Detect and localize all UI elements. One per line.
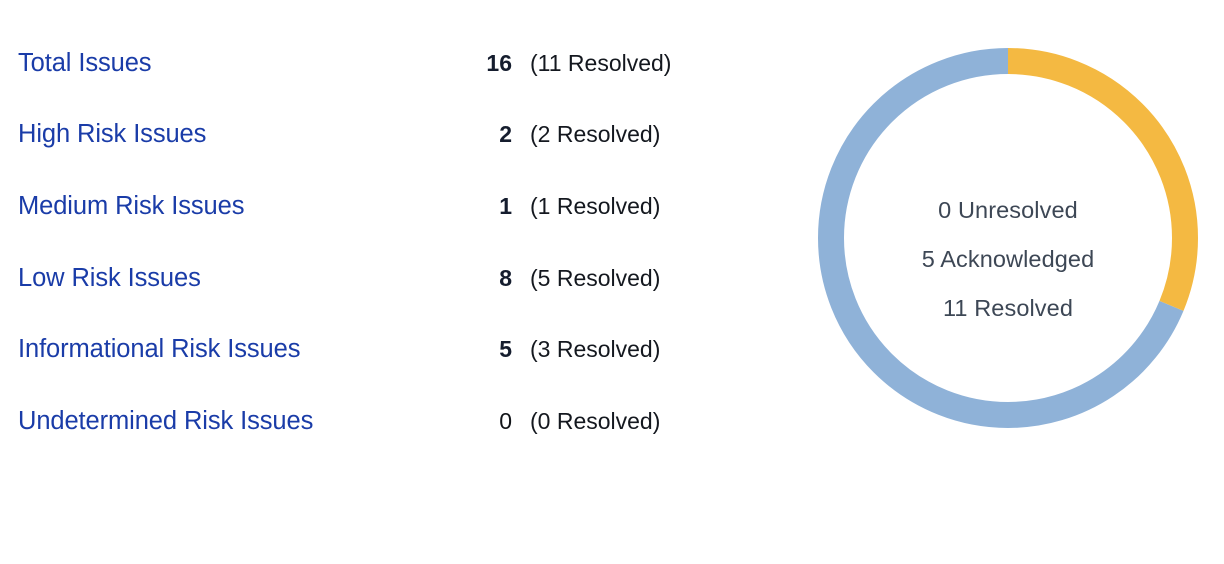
table-row: Total Issues 16 (11 Resolved)	[0, 41, 760, 85]
issue-count-value: 16	[486, 50, 512, 76]
issue-count-value: 5	[499, 336, 512, 362]
issue-resolved-count: (11 Resolved)	[530, 50, 672, 76]
issue-resolved-count: (1 Resolved)	[530, 193, 661, 219]
table-row: Medium Risk Issues 1 (1 Resolved)	[0, 184, 760, 228]
issue-summary-panel: Total Issues 16 (11 Resolved) High Risk Iss…	[0, 0, 1224, 564]
issue-category-label: Total Issues	[18, 49, 152, 77]
issue-category-label: Low Risk Issues	[18, 264, 201, 292]
issue-category-label: High Risk Issues	[18, 120, 207, 148]
issue-status-donut-chart	[818, 48, 1198, 428]
table-row: Undetermined Risk Issues 0 (0 Resolved)	[0, 399, 760, 443]
issue-count-value: 1	[499, 193, 512, 219]
issue-category-label: Undetermined Risk Issues	[18, 407, 314, 435]
issue-count-value: 2	[499, 121, 512, 147]
issue-category-label: Informational Risk Issues	[18, 335, 301, 363]
issue-resolved-count: (5 Resolved)	[530, 265, 661, 291]
table-row: Informational Risk Issues 5 (3 Resolved)	[0, 327, 760, 371]
issue-count-value: 8	[499, 265, 512, 291]
issue-resolved-count: (2 Resolved)	[530, 121, 661, 147]
table-row: High Risk Issues 2 (2 Resolved)	[0, 112, 760, 156]
issue-summary-table: Total Issues 16 (11 Resolved) High Risk Iss…	[0, 0, 760, 470]
issue-count-value: 0	[499, 408, 512, 434]
donut-svg	[818, 48, 1198, 428]
table-row: Low Risk Issues 8 (5 Resolved)	[0, 256, 760, 300]
issue-resolved-count: (0 Resolved)	[530, 408, 661, 434]
issue-category-label: Medium Risk Issues	[18, 192, 245, 220]
issue-resolved-count: (3 Resolved)	[530, 336, 661, 362]
